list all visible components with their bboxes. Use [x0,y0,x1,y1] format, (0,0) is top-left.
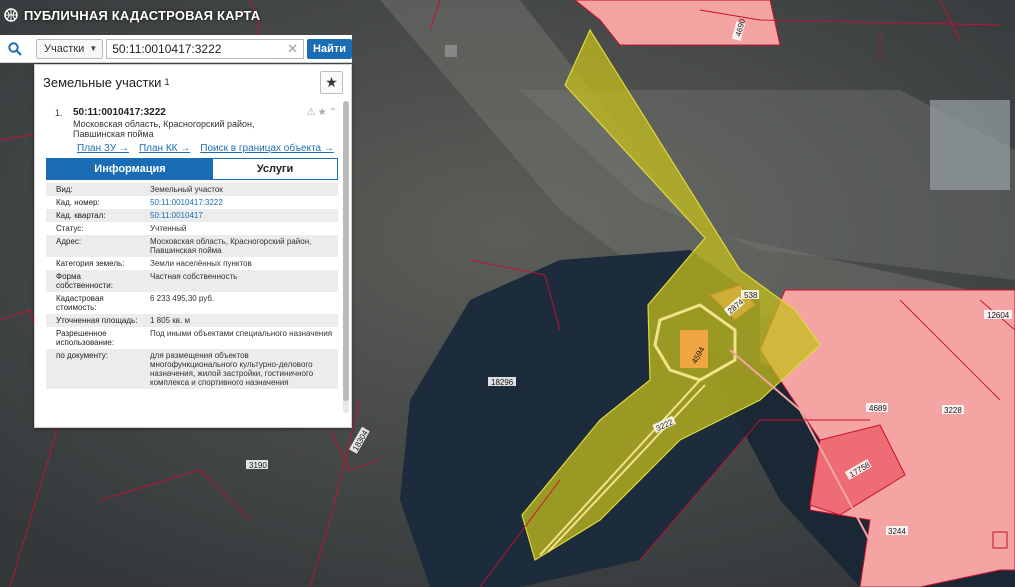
app-header: ПУБЛИЧНАЯ КАДАСТРОВАЯ КАРТА [0,0,360,30]
attribute-row: по документу: для размещения объектов мно… [46,349,338,389]
result-index: 1. [55,108,63,118]
label-538: 538 [744,291,758,300]
attribute-row: Форма собственности: Частная собственност… [46,270,338,292]
search-type-label: Участки [43,42,85,55]
results-panel: Земельные участки 1 ★ 1. 50:11:0010417:3… [34,64,352,428]
attribute-value: Учтенный [150,224,187,233]
result-cadastral-number[interactable]: 50:11:0010417:3222 [73,107,166,118]
card-actions: ⚠ ★ ⌃ [307,107,337,118]
label-12604: 12604 [987,311,1010,320]
star-icon: ★ [325,74,338,90]
scroll-thumb[interactable] [343,101,349,401]
building-roof [930,100,1010,190]
panel-header: Земельные участки 1 ★ [35,65,351,99]
attribute-value: 1 805 кв. м [142,314,338,327]
search-type-select[interactable]: Участки ▼ [35,38,104,59]
tab-information[interactable]: Информация [47,159,213,179]
attribute-key: Адрес: [46,235,142,257]
app-title: ПУБЛИЧНАЯ КАДАСТРОВАЯ КАРТА [24,7,261,23]
cadastral-number-link[interactable]: 50:11:0010417:3222 [150,198,223,207]
attribute-key: по документу: [46,349,142,389]
result-count: 1 [164,77,170,87]
attribute-value: Частная собственность [142,270,338,292]
attribute-value: Земли населённых пунктов [150,259,252,268]
link-plan-zu[interactable]: План ЗУ → [77,143,129,154]
attribute-key: Вид: [46,183,142,196]
search-input-wrapper: ✕ [106,38,305,59]
attribute-value: Земельный участок [142,183,338,196]
attribute-key: Разрешенное использование: [56,329,115,347]
attribute-row: Адрес: Московская область, Красногорский … [46,235,338,257]
attribute-row: Уточненная площадь: 1 805 кв. м [46,314,338,327]
building-roof [445,45,457,57]
tab-services[interactable]: Услуги [213,159,337,179]
label-3190: 3190 [249,461,267,470]
label-3228: 3228 [944,406,962,415]
attribute-row: Кад. номер: 50:11:0010417:3222 [46,196,338,209]
warning-icon[interactable]: ⚠ [307,107,316,118]
attribute-row: Вид: Земельный участок [46,183,338,196]
label-3244: 3244 [888,527,906,536]
attributes-table: Вид: Земельный участок Кад. номер: 50:11:0… [46,183,338,389]
caret-down-icon: ▼ [89,44,98,53]
attribute-key: Статус: [56,224,84,233]
collapse-icon[interactable]: ⌃ [329,107,337,118]
links-row: План ЗУ → План КК → Поиск в границах объ… [77,143,334,154]
info-tabs: Информация Услуги [46,158,338,180]
label-4689: 4689 [869,404,887,413]
result-item[interactable]: 1. 50:11:0010417:3222 Московская область… [45,99,351,389]
globe-icon [4,8,18,22]
attribute-value: Под иными объектами специального назначе… [150,329,333,338]
favorites-button[interactable]: ★ [320,71,343,94]
attribute-key: Уточненная площадь: [46,314,142,327]
link-plan-kk[interactable]: План КК → [139,143,190,154]
link-search-in-bounds[interactable]: Поиск в границах объекта → [200,143,334,154]
search-input[interactable] [112,41,288,56]
attribute-key: Кадастровая стоимость: [56,294,104,312]
search-icon[interactable] [0,35,30,63]
attribute-value: для размещения объектов многофункциональ… [142,349,338,389]
label-18296: 18296 [491,378,514,387]
attribute-value: 6 233 495,30 руб. [150,294,215,303]
attribute-key: Кад. квартал: [46,209,142,222]
attribute-key: Категория земель: [56,259,125,268]
attribute-key: Кад. номер: [56,198,100,207]
results-list[interactable]: 1. 50:11:0010417:3222 Московская область… [35,99,351,417]
panel-title: Земельные участки [43,74,162,90]
attribute-row: Статус: Учтенный [46,222,338,235]
attribute-row: Категория земель: Земли населённых пункто… [46,257,338,270]
attribute-row: Кадастровая стоимость: 6 233 495,30 руб. [46,292,338,314]
scrollbar[interactable] [343,101,349,413]
star-icon[interactable]: ★ [318,107,327,118]
find-button[interactable]: Найти [307,38,352,59]
result-address: Московская область, Красногорский район,… [73,119,255,139]
attribute-row: Разрешенное использование: Под иными объе… [46,327,338,349]
search-bar: Участки ▼ ✕ Найти [0,35,352,63]
cadastral-quarter-link[interactable]: 50:11:0010417 [150,211,203,220]
attribute-key: Форма собственности: [46,270,142,292]
attribute-value: Московская область, Красногорский район,… [142,235,338,257]
clear-icon[interactable]: ✕ [287,41,298,57]
attribute-row: Кад. квартал: 50:11:0010417 [46,209,338,222]
